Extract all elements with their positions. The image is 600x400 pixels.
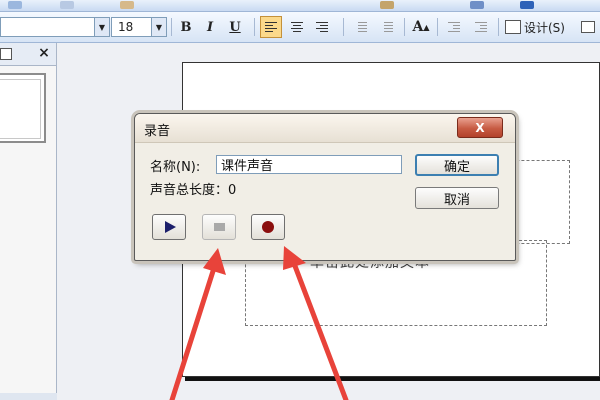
record-button[interactable] — [251, 214, 285, 240]
name-input[interactable] — [216, 155, 402, 174]
toolbar-divider — [404, 18, 405, 36]
increase-font-label: A — [412, 19, 424, 35]
ok-button[interactable]: 确定 — [415, 154, 499, 176]
toolbar-icon[interactable] — [120, 1, 134, 9]
total-length-value: 0 — [228, 183, 237, 198]
toolbar-icon[interactable] — [520, 1, 534, 9]
stop-button[interactable] — [202, 214, 236, 240]
dialog-titlebar[interactable]: 录音 X — [135, 114, 515, 143]
toolbar-icon[interactable] — [470, 1, 484, 9]
record-icon — [262, 221, 274, 233]
toolbar-icon[interactable] — [60, 1, 74, 9]
toolbar-divider — [498, 18, 499, 36]
dialog-title: 录音 — [144, 124, 171, 139]
underline-button[interactable]: U — [225, 16, 245, 38]
close-icon[interactable]: × — [36, 45, 52, 61]
top-toolbar-strip — [0, 0, 600, 12]
name-label: 名称(N): — [150, 160, 201, 175]
align-left-icon — [265, 21, 277, 33]
formatting-toolbar: ▼ 18 ▼ B I U A ▲ 设计(S) — [0, 12, 600, 43]
cancel-button[interactable]: 取消 — [415, 187, 499, 209]
design-icon — [505, 20, 521, 34]
record-sound-dialog: 录音 X 名称(N): 声音总长度：0 确定 取消 — [134, 113, 516, 261]
italic-button[interactable]: I — [200, 16, 220, 38]
toolbar-icon[interactable] — [380, 1, 394, 9]
numbered-list-button[interactable] — [350, 16, 372, 38]
slide-thumbnail[interactable] — [0, 73, 46, 143]
play-button[interactable] — [152, 214, 186, 240]
slide-panel-tabbar: × — [0, 43, 56, 66]
font-name-dropdown[interactable]: ▼ — [0, 17, 110, 37]
slide-panel: × — [0, 43, 57, 400]
bullet-list-icon — [381, 21, 393, 33]
design-button[interactable]: 设计(S) — [505, 16, 573, 38]
toolbar-divider — [343, 18, 344, 36]
total-length-row: 声音总长度：0 — [150, 179, 236, 198]
numbered-list-icon — [355, 21, 367, 33]
align-right-button[interactable] — [311, 16, 333, 38]
dialog-close-button[interactable]: X — [457, 117, 503, 138]
font-size-dropdown[interactable]: 18 ▼ — [111, 17, 167, 37]
increase-indent-button[interactable] — [470, 16, 492, 38]
new-slide-button[interactable] — [578, 16, 598, 38]
align-left-button[interactable] — [260, 16, 282, 38]
align-center-button[interactable] — [286, 16, 308, 38]
increase-indent-icon — [475, 21, 487, 33]
new-slide-icon — [581, 21, 595, 33]
increase-font-button[interactable]: A ▲ — [410, 16, 432, 38]
design-label: 设计(S) — [524, 20, 565, 35]
toolbar-divider — [437, 18, 438, 36]
stop-icon — [213, 223, 225, 231]
toolbar-icon[interactable] — [8, 1, 22, 9]
align-center-icon — [291, 21, 303, 33]
bullet-list-button[interactable] — [376, 16, 398, 38]
total-length-label: 声音总长度： — [150, 183, 229, 198]
toolbar-divider — [254, 18, 255, 36]
play-icon — [165, 221, 176, 233]
decrease-indent-button[interactable] — [443, 16, 465, 38]
slide-thumbnail-inner — [0, 79, 41, 139]
toolbar-divider — [171, 18, 172, 36]
chevron-down-icon[interactable]: ▼ — [94, 18, 109, 36]
chevron-down-icon[interactable]: ▼ — [151, 18, 166, 36]
font-size-value: 18 — [118, 20, 134, 34]
bold-button[interactable]: B — [176, 16, 196, 38]
decrease-indent-icon — [448, 21, 460, 33]
slides-tab-icon[interactable] — [0, 48, 12, 60]
align-right-icon — [316, 21, 328, 33]
close-icon: X — [475, 120, 485, 135]
